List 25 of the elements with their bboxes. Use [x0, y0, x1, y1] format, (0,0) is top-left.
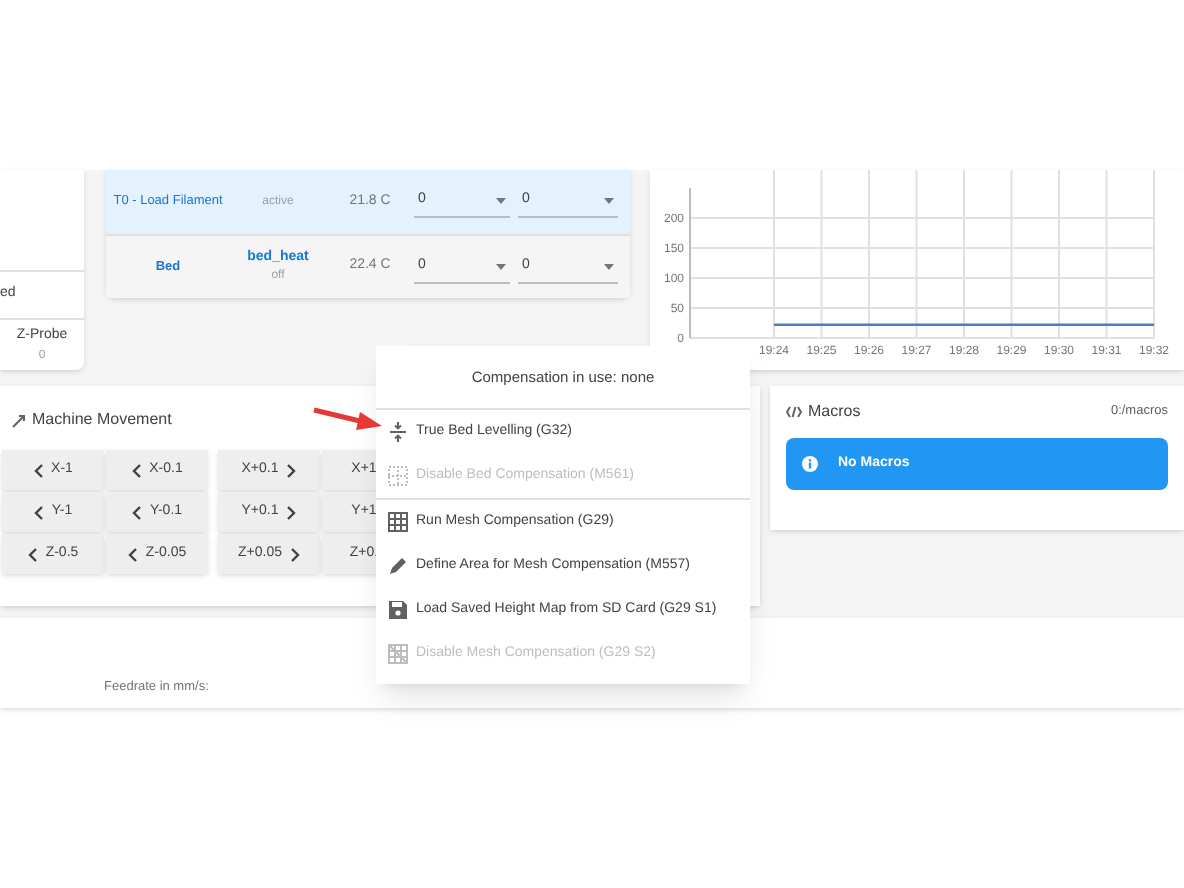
move-icon [12, 413, 26, 427]
grid-off-icon [388, 644, 408, 664]
caret-icon [604, 263, 614, 269]
grid-icon [388, 466, 408, 486]
info-icon [802, 456, 818, 472]
chevron-left-icon [33, 505, 44, 519]
caret-icon [496, 263, 506, 269]
chevron-right-icon [286, 505, 297, 519]
chevron-left-icon [27, 547, 38, 561]
chevron-left-icon [127, 547, 138, 561]
chevron-left-icon [131, 463, 142, 477]
save-icon [388, 600, 408, 620]
level-icon [388, 422, 408, 442]
caret-icon [604, 198, 614, 204]
macros-title: Macros [808, 400, 861, 424]
chevron-left-icon [33, 463, 44, 477]
movement-title: Machine Movement [32, 408, 172, 432]
code-icon [786, 406, 802, 418]
annotation-arrow [312, 406, 384, 430]
chevron-left-icon [131, 505, 142, 519]
grid-icon [388, 512, 408, 532]
caret-icon [496, 198, 506, 204]
chevron-right-icon [286, 463, 297, 477]
chevron-right-icon [290, 547, 300, 561]
pencil-icon [388, 556, 408, 576]
